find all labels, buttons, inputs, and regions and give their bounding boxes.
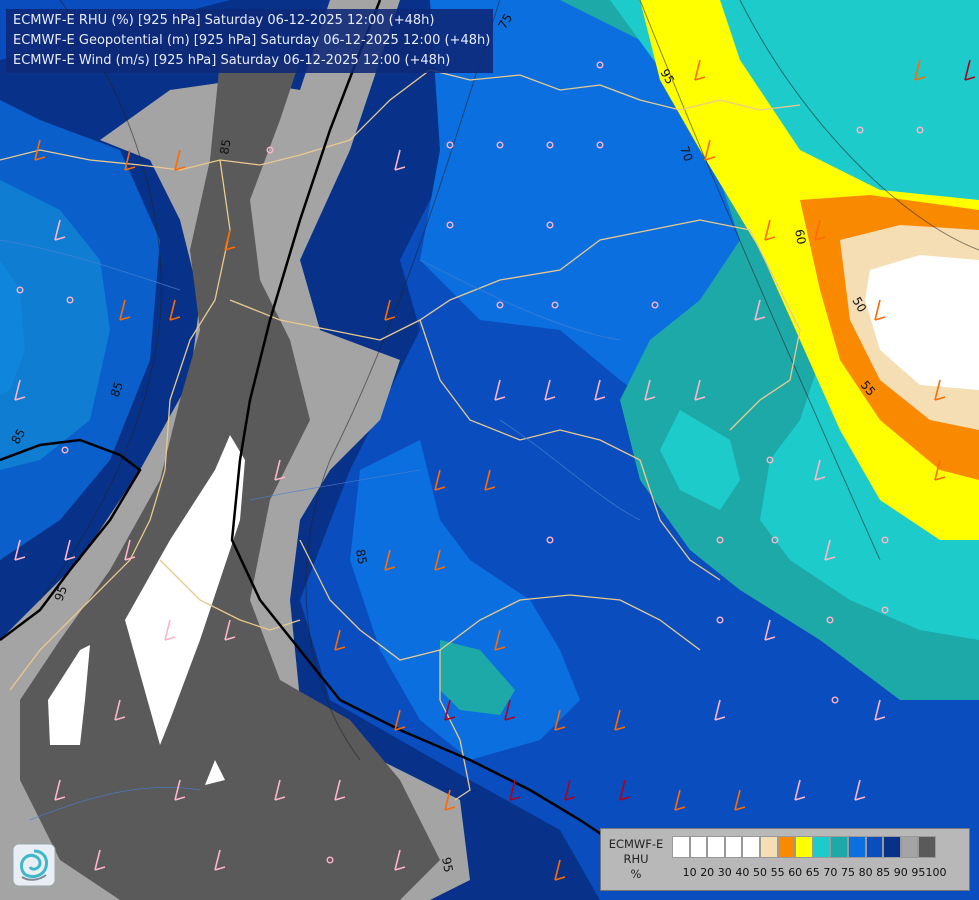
legend-swatch — [918, 836, 936, 858]
legend-swatch — [707, 836, 725, 858]
legend-tick: 80 — [858, 866, 873, 879]
legend-tick: 50 — [753, 866, 767, 879]
legend-swatch — [900, 836, 919, 858]
legend-tick: 75 — [841, 866, 855, 879]
legend-unit: % — [630, 867, 642, 881]
wind-title: ECMWF-E Wind (m/s) [925 hPa] Saturday 06… — [13, 53, 451, 68]
legend-tick: 90 — [893, 866, 908, 879]
legend-swatch — [812, 836, 831, 858]
legend-variable: RHU — [623, 852, 649, 866]
legend-swatch — [777, 836, 796, 858]
legend-tick: 85 — [876, 866, 891, 879]
geopotential-title: ECMWF-E Geopotential (m) [925 hPa] Satur… — [13, 33, 491, 48]
legend-tick: 70 — [823, 866, 838, 879]
legend-swatch — [742, 836, 760, 858]
legend-ticks: 10 20 30 40 50 55 60 65 70 75 80 85 90 95 100 — [672, 866, 972, 882]
rhu-shading — [0, 0, 979, 900]
legend-swatch — [847, 836, 866, 858]
legend-tick: 65 — [805, 866, 820, 879]
legend-swatch — [759, 836, 778, 858]
legend-swatch — [865, 836, 884, 858]
legend-title: ECMWF-E RHU % — [603, 837, 669, 882]
legend-tick: 20 — [700, 866, 715, 879]
legend-swatches — [672, 836, 936, 858]
color-legend: ECMWF-E RHU % 10 20 30 40 50 55 60 65 70 75 80 85 90… — [600, 828, 970, 891]
legend-swatch — [689, 836, 708, 858]
legend-tick: 40 — [735, 866, 750, 879]
legend-tick: 60 — [788, 866, 803, 879]
rhu-map: 75 85 95 70 60 50 55 85 85 95 95 85 — [0, 0, 979, 900]
legend-tick: 55 — [770, 866, 785, 879]
contour-label: 95 — [439, 856, 455, 873]
contour-label: 85 — [353, 548, 369, 565]
legend-swatch — [883, 836, 901, 858]
legend-tick: 100 — [925, 866, 947, 879]
legend-tick: 95 — [911, 866, 926, 879]
legend-swatch — [795, 836, 813, 858]
contour-label: 85 — [217, 138, 233, 155]
legend-tick: 10 — [682, 866, 697, 879]
contour-label: 60 — [792, 228, 808, 245]
legend-model: ECMWF-E — [608, 837, 664, 851]
legend-swatch — [830, 836, 848, 858]
ecmwf-logo-icon — [12, 843, 56, 887]
legend-swatch — [672, 836, 690, 858]
legend-tick: 30 — [717, 866, 732, 879]
legend-swatch — [724, 836, 743, 858]
map-header: ECMWF-E RHU (%) [925 hPa] Saturday 06-12… — [6, 9, 493, 73]
rhu-title: ECMWF-E RHU (%) [925 hPa] Saturday 06-12… — [13, 13, 435, 28]
